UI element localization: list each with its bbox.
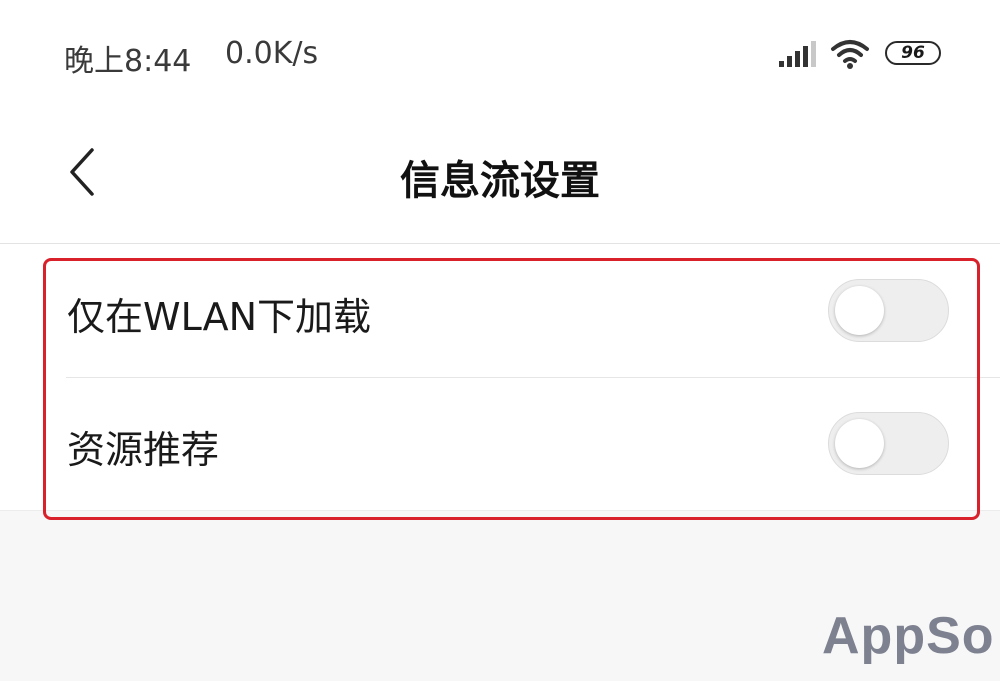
list-bottom-divider [0,510,1000,511]
header-area: 晚上8:44 0.0K/s 96 信息流设置 [0,0,1000,243]
setting-row-recommendation[interactable]: 资源推荐 [0,377,1000,510]
page-title: 信息流设置 [400,158,600,204]
battery-icon: 96 [885,41,945,67]
network-speed: 0.0K/s [225,36,319,71]
appso-watermark: AppSo [822,607,995,665]
status-time: 晚上8:44 [64,44,192,79]
battery-level: 96 [901,43,925,63]
settings-list: 仅在WLAN下加载 资源推荐 [0,244,1000,510]
wifi-icon [831,40,869,69]
setting-label: 仅在WLAN下加载 [67,295,372,339]
setting-label: 资源推荐 [67,428,220,472]
recommendation-toggle[interactable] [828,412,949,475]
setting-row-wlan-only[interactable]: 仅在WLAN下加载 [0,244,1000,378]
signal-icon [779,41,816,67]
wlan-only-toggle[interactable] [828,279,949,342]
nav-bar: 信息流设置 [0,110,1000,243]
toggle-knob [835,419,884,468]
status-bar: 晚上8:44 0.0K/s 96 [0,0,1000,110]
toggle-knob [835,286,884,335]
